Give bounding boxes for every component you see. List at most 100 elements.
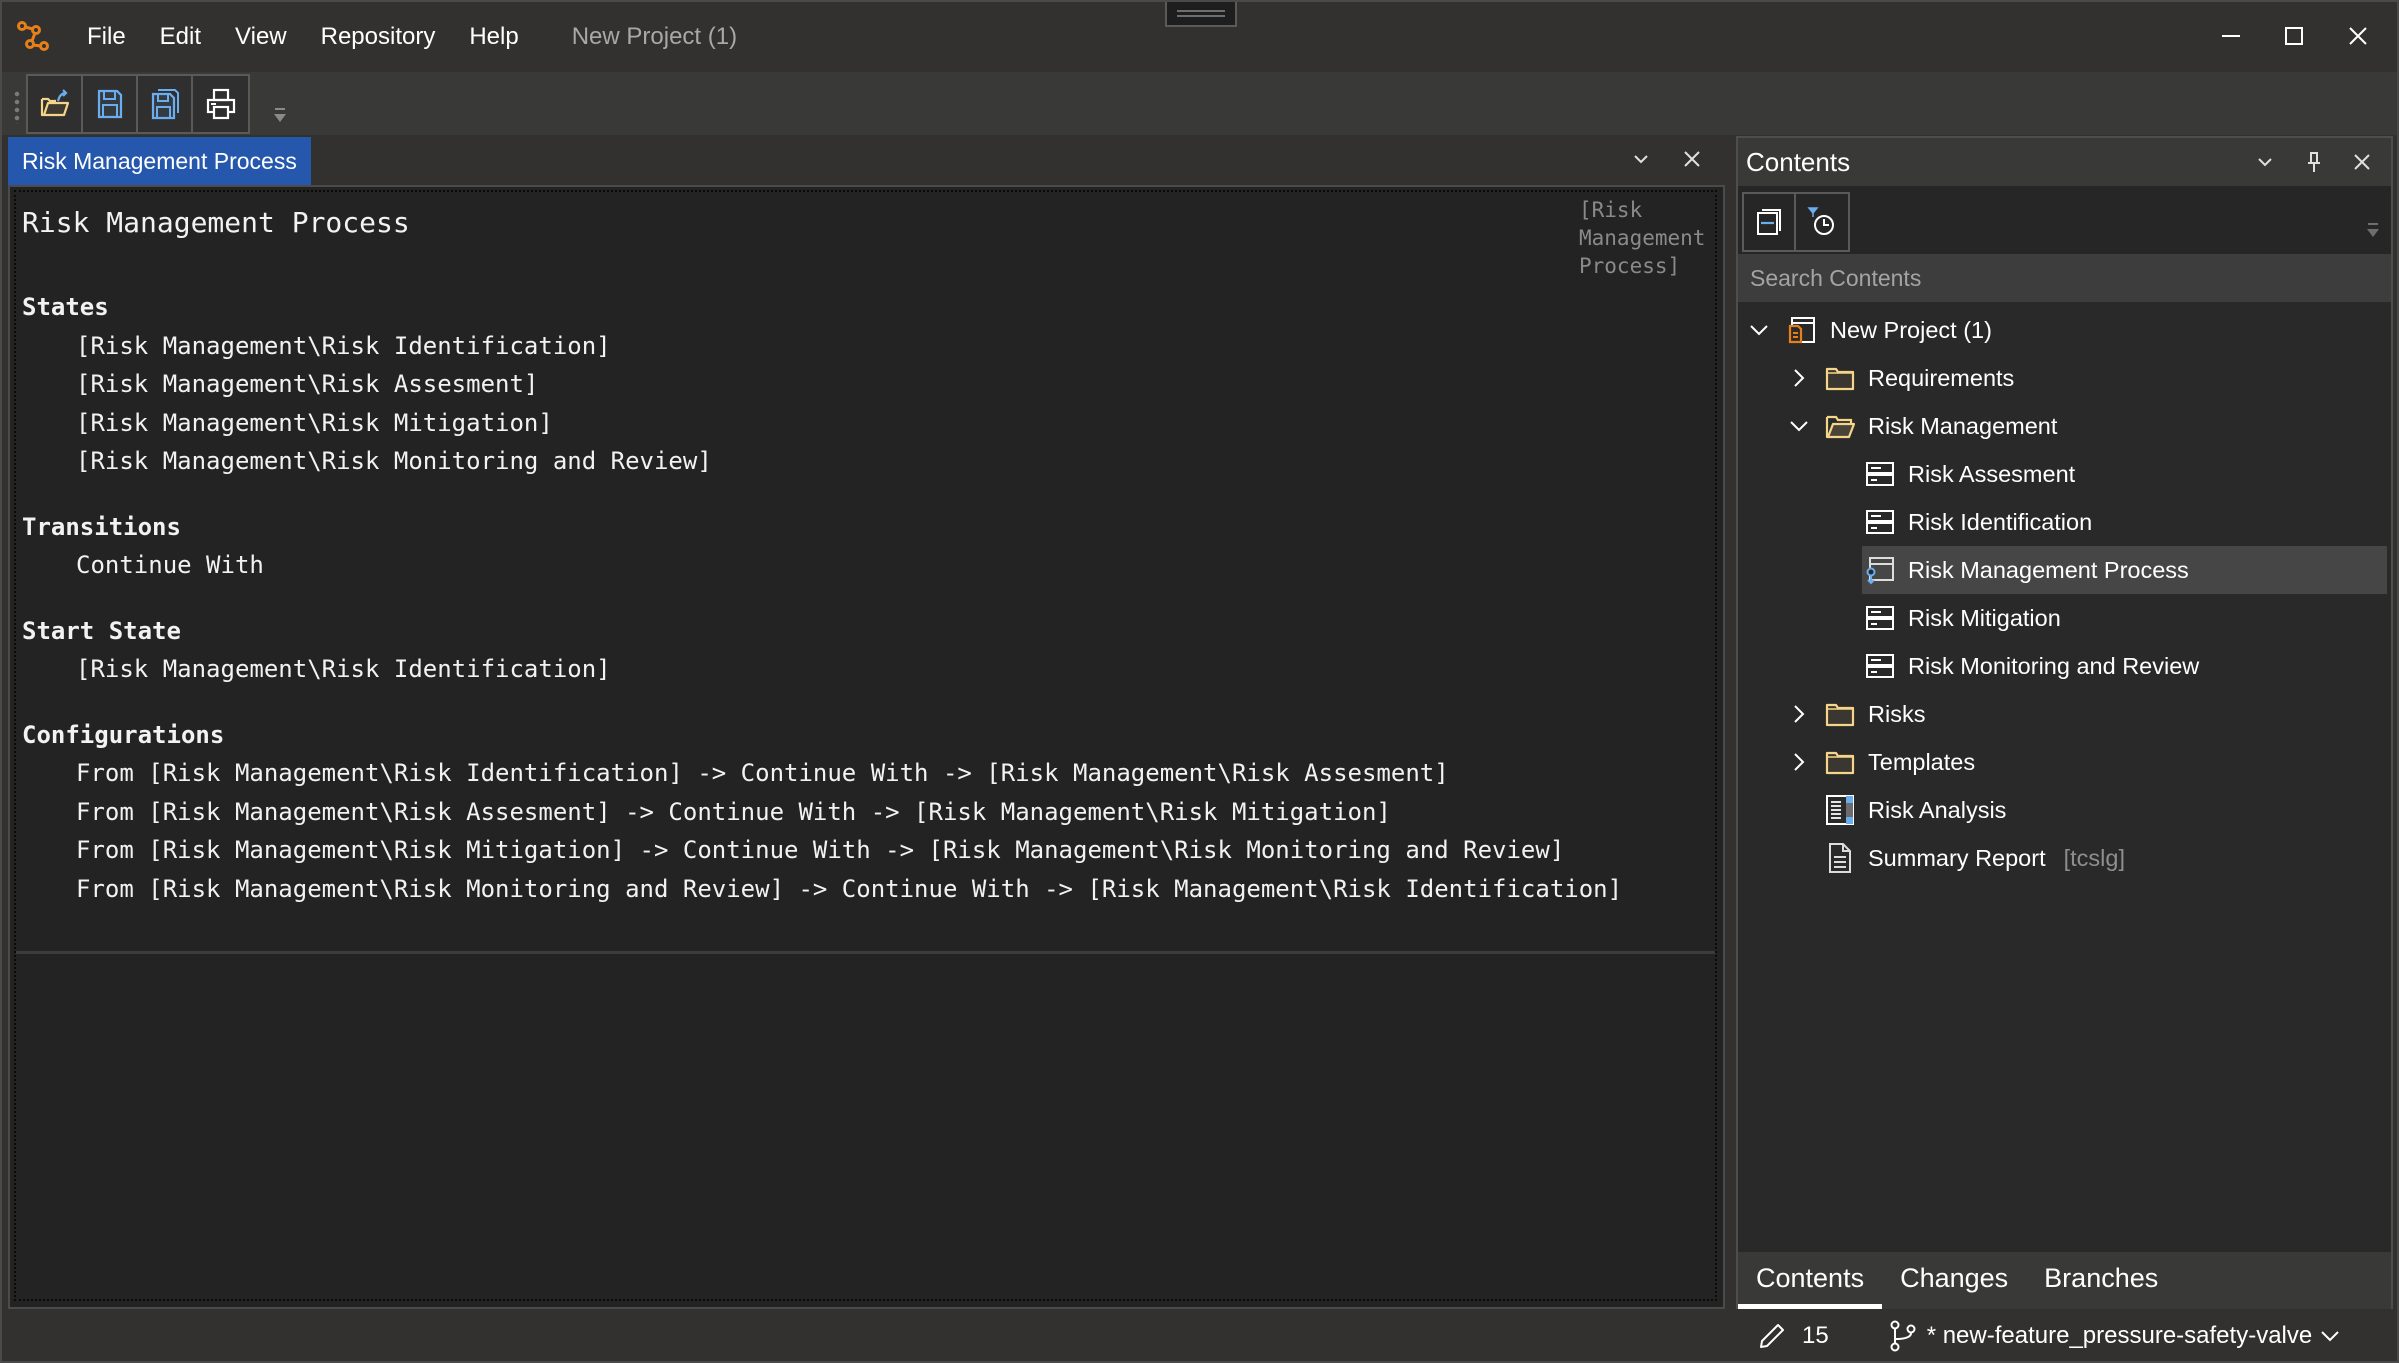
configuration-line: From [Risk Management\Risk Assesment] ->… [76,797,1391,826]
tree-item-label: Risk Analysis [1868,796,2007,823]
lock-tag: [tcslg] [2063,844,2125,871]
contents-toolbar-overflow-icon[interactable] [2365,222,2381,240]
expanded-chevron-icon[interactable] [1746,317,1772,343]
open-button[interactable] [28,76,83,132]
save-icon [97,89,122,119]
workflow-icon [1864,555,1896,585]
state-line: [Risk Management\Risk Mitigation] [76,408,553,437]
configuration-line: From [Risk Management\Risk Monitoring an… [76,874,1623,903]
tab-branches[interactable]: Branches [2026,1252,2176,1309]
tree-item-risk-analysis[interactable]: Risk Analysis [1738,786,2391,834]
app-window: File Edit View Repository Help New Proje… [0,0,2399,1363]
tree-item-label: Requirements [1868,364,2015,391]
collapse-all-icon [1757,209,1781,235]
close-tab-button[interactable] [1677,143,1707,175]
document-body: States [Risk Management\Risk Identificat… [22,288,1622,908]
pin-icon [2308,152,2320,172]
menu-repository[interactable]: Repository [304,2,453,72]
menu-file[interactable]: File [70,2,143,72]
main-toolbar [2,72,2397,135]
git-branch-icon [1890,1320,1916,1352]
search-contents-input[interactable] [1738,254,2391,302]
document-editor[interactable]: Risk Management Process [Risk Management… [14,190,1717,1301]
collapsed-chevron-icon[interactable] [1786,749,1812,775]
state-line: [Risk Management\Risk Assesment] [76,370,539,398]
maximize-icon [2285,27,2303,45]
tree-item-risks[interactable]: Risks [1738,690,2391,738]
maximize-button[interactable] [2269,16,2319,56]
tab-contents[interactable]: Contents [1738,1252,1883,1309]
tree-item-templates[interactable]: Templates [1738,738,2391,786]
state-icon [1864,507,1896,537]
transition-line: Continue With [76,551,264,579]
document-heading: Risk Management Process [22,206,410,239]
collapse-all-button[interactable] [1744,194,1796,250]
close-window-button[interactable] [2333,16,2383,56]
edit-count: 15 [1802,1322,1829,1349]
state-line: [Risk Management\Risk Monitoring and Rev… [76,447,712,475]
tree-item-new-project[interactable]: New Project (1) [1738,306,2391,354]
pin-panel-button[interactable] [2299,146,2329,178]
panel-menu-button[interactable] [2250,146,2280,178]
window-drag-handle[interactable] [1165,2,1237,27]
project-icon [1786,315,1818,345]
tree-item-risk-management[interactable]: Risk Management [1738,402,2391,450]
tree-item-risk-mitigation[interactable]: Risk Mitigation [1738,594,2391,642]
tree-item-label: Risk Management [1868,412,2058,439]
tree-item-risk-identification[interactable]: Risk Identification [1738,498,2391,546]
document-view: Risk Management Process [Risk Management… [8,185,1725,1309]
save-all-button[interactable] [138,76,193,132]
tree-item-risk-management-process[interactable]: Risk Management Process [1738,546,2391,594]
chevron-down-icon [1634,155,1648,164]
current-branch: * new-feature_pressure-safety-valve [1926,1322,2313,1349]
expanded-chevron-icon[interactable] [1786,413,1812,439]
folder-icon [1824,747,1856,777]
configuration-line: From [Risk Management\Risk Identificatio… [76,759,1449,787]
list-view-icon [1824,795,1856,825]
toolbar-grip-handle[interactable] [14,90,20,124]
pending-edits[interactable]: 15 [1758,1322,1829,1350]
tree-item-requirements[interactable]: Requirements [1738,354,2391,402]
menu-view[interactable]: View [218,2,304,72]
minimize-icon [2222,35,2240,37]
contents-panel-tabs: Contents Changes Branches [1738,1252,2391,1309]
close-icon [1684,151,1700,167]
close-panel-button[interactable] [2347,146,2377,178]
print-button[interactable] [193,76,248,132]
contents-toolbar [1738,186,2391,254]
tree-item-label: Risk Assesment [1908,460,2076,487]
menu-bar: File Edit View Repository Help New Proje… [70,2,737,72]
recent-filter-button[interactable] [1796,194,1848,250]
tree-item-risk-assesment[interactable]: Risk Assesment [1738,450,2391,498]
minimize-button[interactable] [2206,16,2256,56]
menu-help[interactable]: Help [452,2,535,72]
tree-item-summary-report[interactable]: Summary Report [tcslg] [1738,834,2391,882]
tree-item-label: Risks [1868,700,1926,727]
state-icon [1864,603,1896,633]
contents-panel-header: Contents [1738,138,2391,186]
chevron-down-icon [2258,158,2272,167]
tree-item-label: Templates [1868,748,1976,775]
menu-edit[interactable]: Edit [143,2,218,72]
contents-tree: New Project (1) Requirements Risk Manage… [1738,306,2391,882]
collapsed-chevron-icon[interactable] [1786,701,1812,727]
branch-selector[interactable]: * new-feature_pressure-safety-valve [1889,1320,2341,1352]
status-bar: 15 * new-feature_pressure-safety-valve [1736,1309,2393,1363]
section-states: States [Risk Management\Risk Identificat… [22,288,1622,481]
configuration-line: From [Risk Management\Risk Mitigation] -… [76,836,1565,864]
tree-item-label: Risk Monitoring and Review [1908,652,2200,679]
toolbar-overflow-icon[interactable] [272,106,288,126]
tab-changes[interactable]: Changes [1882,1252,2026,1309]
tab-risk-management-process[interactable]: Risk Management Process [8,137,311,185]
contents-panel-title: Contents [1746,147,1851,177]
tree-item-label: Risk Mitigation [1908,604,2061,631]
tree-item-risk-monitoring-and-review[interactable]: Risk Monitoring and Review [1738,642,2391,690]
tab-list-button[interactable] [1626,143,1656,175]
section-start-state: Start State [Risk Management\Risk Identi… [22,612,1622,689]
save-button[interactable] [83,76,138,132]
document-text-area[interactable]: Risk Management Process [Risk Management… [16,192,1715,954]
section-transitions: Transitions Continue With [22,508,1622,585]
collapsed-chevron-icon[interactable] [1786,365,1812,391]
